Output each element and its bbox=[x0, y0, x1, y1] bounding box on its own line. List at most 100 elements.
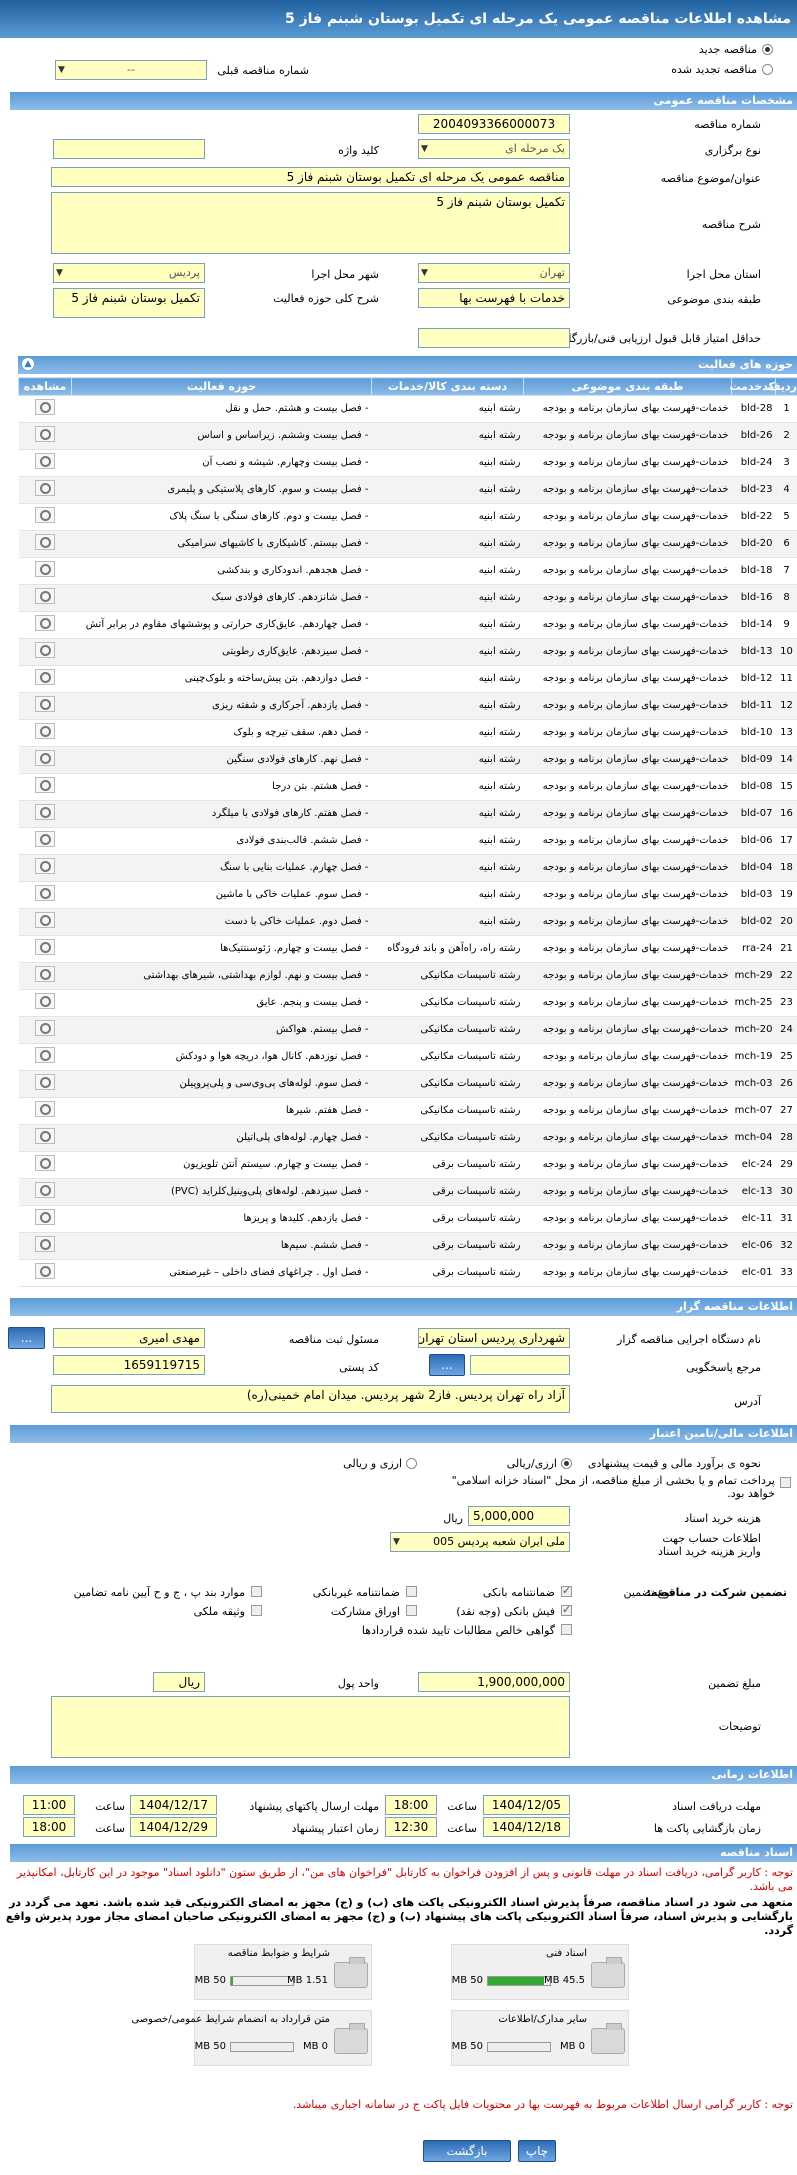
view-icon[interactable] bbox=[35, 534, 55, 550]
table-cell: - فصل دوم. عملیات خاکی با دست bbox=[71, 908, 372, 936]
table-cell: رشته ابنیه bbox=[371, 692, 524, 720]
view-icon[interactable] bbox=[35, 1182, 55, 1198]
view-icon[interactable] bbox=[35, 399, 55, 415]
view-icon[interactable] bbox=[35, 723, 55, 739]
resp-lookup-button[interactable]: ... bbox=[8, 1327, 45, 1349]
g6-checkbox[interactable] bbox=[251, 1605, 262, 1616]
view-icon[interactable] bbox=[35, 750, 55, 766]
keyword-field[interactable] bbox=[53, 139, 205, 159]
view-icon[interactable] bbox=[35, 561, 55, 577]
table-cell: 19 bbox=[775, 881, 797, 909]
view-icon[interactable] bbox=[35, 804, 55, 820]
table-cell: 15 bbox=[775, 773, 797, 801]
upload-progress-bar bbox=[487, 1976, 551, 1986]
view-icon[interactable] bbox=[35, 1155, 55, 1171]
table-cell: رشته ابنیه bbox=[371, 773, 524, 801]
table-cell: - فصل هشتم. بتن درجا bbox=[71, 773, 372, 801]
view-icon[interactable] bbox=[35, 912, 55, 928]
view-icon[interactable] bbox=[35, 588, 55, 604]
table-cell: خدمات-فهرست بهای سازمان برنامه و بودجه bbox=[523, 1151, 732, 1179]
table-cell: خدمات-فهرست بهای سازمان برنامه و بودجه bbox=[523, 1259, 732, 1287]
g5-checkbox[interactable] bbox=[406, 1605, 417, 1616]
g2-checkbox[interactable] bbox=[406, 1586, 417, 1597]
view-icon[interactable] bbox=[35, 1047, 55, 1063]
table-cell: - فصل بیست و نهم. لوازم بهداشتی، شیرهای … bbox=[71, 962, 372, 990]
print-button[interactable]: چاپ bbox=[518, 2140, 556, 2162]
table-cell: bld-13 bbox=[731, 638, 776, 666]
chevron-down-icon: ▼ bbox=[421, 144, 428, 154]
g3-checkbox[interactable] bbox=[251, 1586, 262, 1597]
table-cell: 23 bbox=[775, 989, 797, 1017]
view-icon[interactable] bbox=[35, 1128, 55, 1144]
table-cell: 21 bbox=[775, 935, 797, 963]
table-cell: 14 bbox=[775, 746, 797, 774]
table-cell: خدمات-فهرست بهای سازمان برنامه و بودجه bbox=[523, 638, 732, 666]
estimate-radio-2[interactable] bbox=[406, 1458, 417, 1469]
table-row: 12 bld-11 خدمات-فهرست بهای سازمان برنامه و… bbox=[18, 692, 797, 720]
view-icon[interactable] bbox=[35, 615, 55, 631]
estimate-opt2-label: ارزی و ریالی bbox=[343, 1457, 402, 1470]
view-cell bbox=[18, 476, 72, 504]
table-cell: رشته ابنیه bbox=[371, 881, 524, 909]
view-icon[interactable] bbox=[35, 777, 55, 793]
view-icon[interactable] bbox=[35, 1209, 55, 1225]
renewed-tender-radio[interactable] bbox=[762, 64, 773, 75]
view-icon[interactable] bbox=[35, 858, 55, 874]
view-icon[interactable] bbox=[35, 1236, 55, 1252]
city-select[interactable]: پردیس ▼ bbox=[53, 263, 205, 283]
treasury-checkbox[interactable] bbox=[780, 1477, 791, 1488]
g4-checkbox[interactable] bbox=[561, 1603, 572, 1616]
view-icon[interactable] bbox=[35, 1074, 55, 1090]
g7-checkbox[interactable] bbox=[561, 1624, 572, 1635]
ref-lookup-button[interactable]: ... bbox=[429, 1354, 465, 1376]
view-cell bbox=[18, 395, 72, 423]
view-icon[interactable] bbox=[35, 426, 55, 442]
view-icon[interactable] bbox=[35, 1101, 55, 1117]
view-icon[interactable] bbox=[35, 1263, 55, 1279]
view-cell bbox=[18, 692, 72, 720]
account-select[interactable]: ملی ایران شعبه پردیس 005 ▼ bbox=[390, 1532, 570, 1552]
view-icon[interactable] bbox=[35, 669, 55, 685]
table-cell: 17 bbox=[775, 827, 797, 855]
estimate-radio-1[interactable] bbox=[561, 1458, 572, 1469]
table-cell: رشته تاسیسات مکانیکی bbox=[371, 1097, 524, 1125]
view-cell bbox=[18, 935, 72, 963]
province-select[interactable]: تهران ▼ bbox=[418, 263, 570, 283]
send-time: 11:00 bbox=[23, 1795, 75, 1815]
g1-checkbox[interactable] bbox=[561, 1584, 572, 1597]
amount-label: مبلغ تضمین bbox=[708, 1677, 761, 1690]
view-icon[interactable] bbox=[35, 966, 55, 982]
collapse-icon[interactable]: ▲ bbox=[22, 358, 34, 370]
table-cell: خدمات-فهرست بهای سازمان برنامه و بودجه bbox=[523, 935, 732, 963]
back-button[interactable]: بازگشت bbox=[423, 2140, 511, 2162]
view-icon[interactable] bbox=[35, 939, 55, 955]
table-cell: - فصل چهارم. عملیات بنایی با سنگ bbox=[71, 854, 372, 882]
table-cell: رشته ابنیه bbox=[371, 449, 524, 477]
table-row: 15 bld-08 خدمات-فهرست بهای سازمان برنامه و… bbox=[18, 773, 797, 801]
view-icon[interactable] bbox=[35, 993, 55, 1009]
table-row: 5 bld-22 خدمات-فهرست بهای سازمان برنامه و … bbox=[18, 503, 797, 531]
table-cell: خدمات-فهرست بهای سازمان برنامه و بودجه bbox=[523, 611, 732, 639]
view-icon[interactable] bbox=[35, 453, 55, 469]
table-cell: رشته ابنیه bbox=[371, 827, 524, 855]
table-cell: 1 bbox=[775, 395, 797, 423]
view-icon[interactable] bbox=[35, 696, 55, 712]
view-icon[interactable] bbox=[35, 480, 55, 496]
new-tender-radio[interactable] bbox=[762, 44, 773, 55]
minscore-label: حداقل امتیاز قابل قبول ارزیابی فنی/بازرگ… bbox=[556, 332, 761, 345]
view-icon[interactable] bbox=[35, 1020, 55, 1036]
table-cell: - فصل ششم. سیم‌ها bbox=[71, 1232, 372, 1260]
view-icon[interactable] bbox=[35, 507, 55, 523]
table-row: 28 mch-04 خدمات-فهرست بهای سازمان برنامه و… bbox=[18, 1124, 797, 1152]
validity-label: زمان اعتبار پیشنهاد bbox=[291, 1822, 379, 1835]
view-icon[interactable] bbox=[35, 831, 55, 847]
table-cell: رشته تاسیسات برقی bbox=[371, 1151, 524, 1179]
prev-number-select[interactable]: -- ▼ bbox=[55, 60, 207, 80]
view-cell bbox=[18, 827, 72, 855]
view-icon[interactable] bbox=[35, 642, 55, 658]
view-icon[interactable] bbox=[35, 885, 55, 901]
view-cell bbox=[18, 665, 72, 693]
type-select[interactable]: یک مرحله ای ▼ bbox=[418, 139, 570, 159]
notes-label: توضیحات bbox=[718, 1720, 761, 1733]
category-label: طبقه بندی موضوعی bbox=[667, 293, 761, 306]
